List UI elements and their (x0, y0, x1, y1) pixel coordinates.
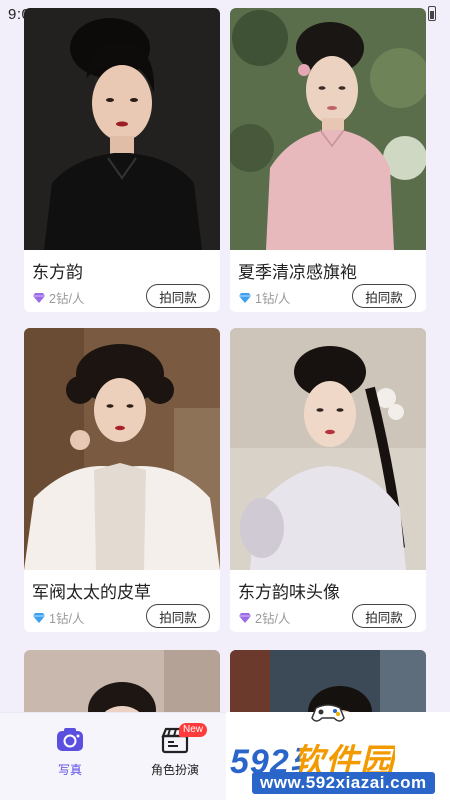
card-photo[interactable] (230, 8, 426, 250)
tab-roleplay[interactable]: New 角色扮演 (135, 723, 215, 778)
card-price-text: 2钻/人 (49, 292, 85, 306)
shoot-same-button[interactable]: 拍同款 (352, 604, 416, 628)
watermark-logo: 592软件园 www.592xiazai.com (226, 704, 450, 800)
card-title: 东方韵味头像 (238, 583, 340, 603)
card-title: 东方韵 (32, 263, 83, 283)
bottom-tab-bar: 写真 New 角色扮演 592软件园 www.592xiazai.com (0, 704, 450, 800)
new-badge: New (179, 723, 208, 737)
card-price: 2钻/人 (238, 608, 290, 627)
gem-blue-icon (239, 292, 251, 303)
card-price-text: 1钻/人 (255, 292, 291, 306)
battery-icon (428, 6, 436, 21)
card-photo[interactable] (24, 328, 220, 570)
card-photo[interactable] (230, 328, 426, 570)
gem-purple-icon (33, 292, 45, 303)
camera-icon (57, 728, 83, 751)
shoot-same-button[interactable]: 拍同款 (146, 604, 210, 628)
game-controller-icon (311, 704, 345, 722)
card-price: 2钻/人 (32, 288, 84, 307)
tab-label: 写真 (57, 763, 82, 777)
card-price-text: 2钻/人 (255, 612, 291, 626)
card-price: 1钻/人 (32, 608, 84, 627)
card-photo[interactable] (24, 8, 220, 250)
gem-blue-icon (33, 612, 45, 623)
template-card[interactable]: 夏季清凉感旗袍 1钻/人 拍同款 (230, 8, 426, 312)
template-card[interactable]: 东方韵 2钻/人 拍同款 (24, 8, 220, 312)
watermark-url: www.592xiazai.com (252, 772, 435, 794)
gem-purple-icon (239, 612, 251, 623)
template-card[interactable]: 东方韵味头像 2钻/人 拍同款 (230, 328, 426, 632)
template-card[interactable] (24, 650, 220, 720)
tab-portrait[interactable]: 写真 (30, 725, 110, 778)
shoot-same-button[interactable]: 拍同款 (352, 284, 416, 308)
template-card[interactable]: 军阀太太的皮草 1钻/人 拍同款 (24, 328, 220, 632)
card-photo[interactable] (24, 650, 220, 720)
tab-label: 角色扮演 (150, 763, 199, 777)
card-price-text: 1钻/人 (49, 612, 85, 626)
card-price: 1钻/人 (238, 288, 290, 307)
shoot-same-button[interactable]: 拍同款 (146, 284, 210, 308)
card-title: 军阀太太的皮草 (32, 583, 151, 603)
card-title: 夏季清凉感旗袍 (238, 263, 357, 283)
